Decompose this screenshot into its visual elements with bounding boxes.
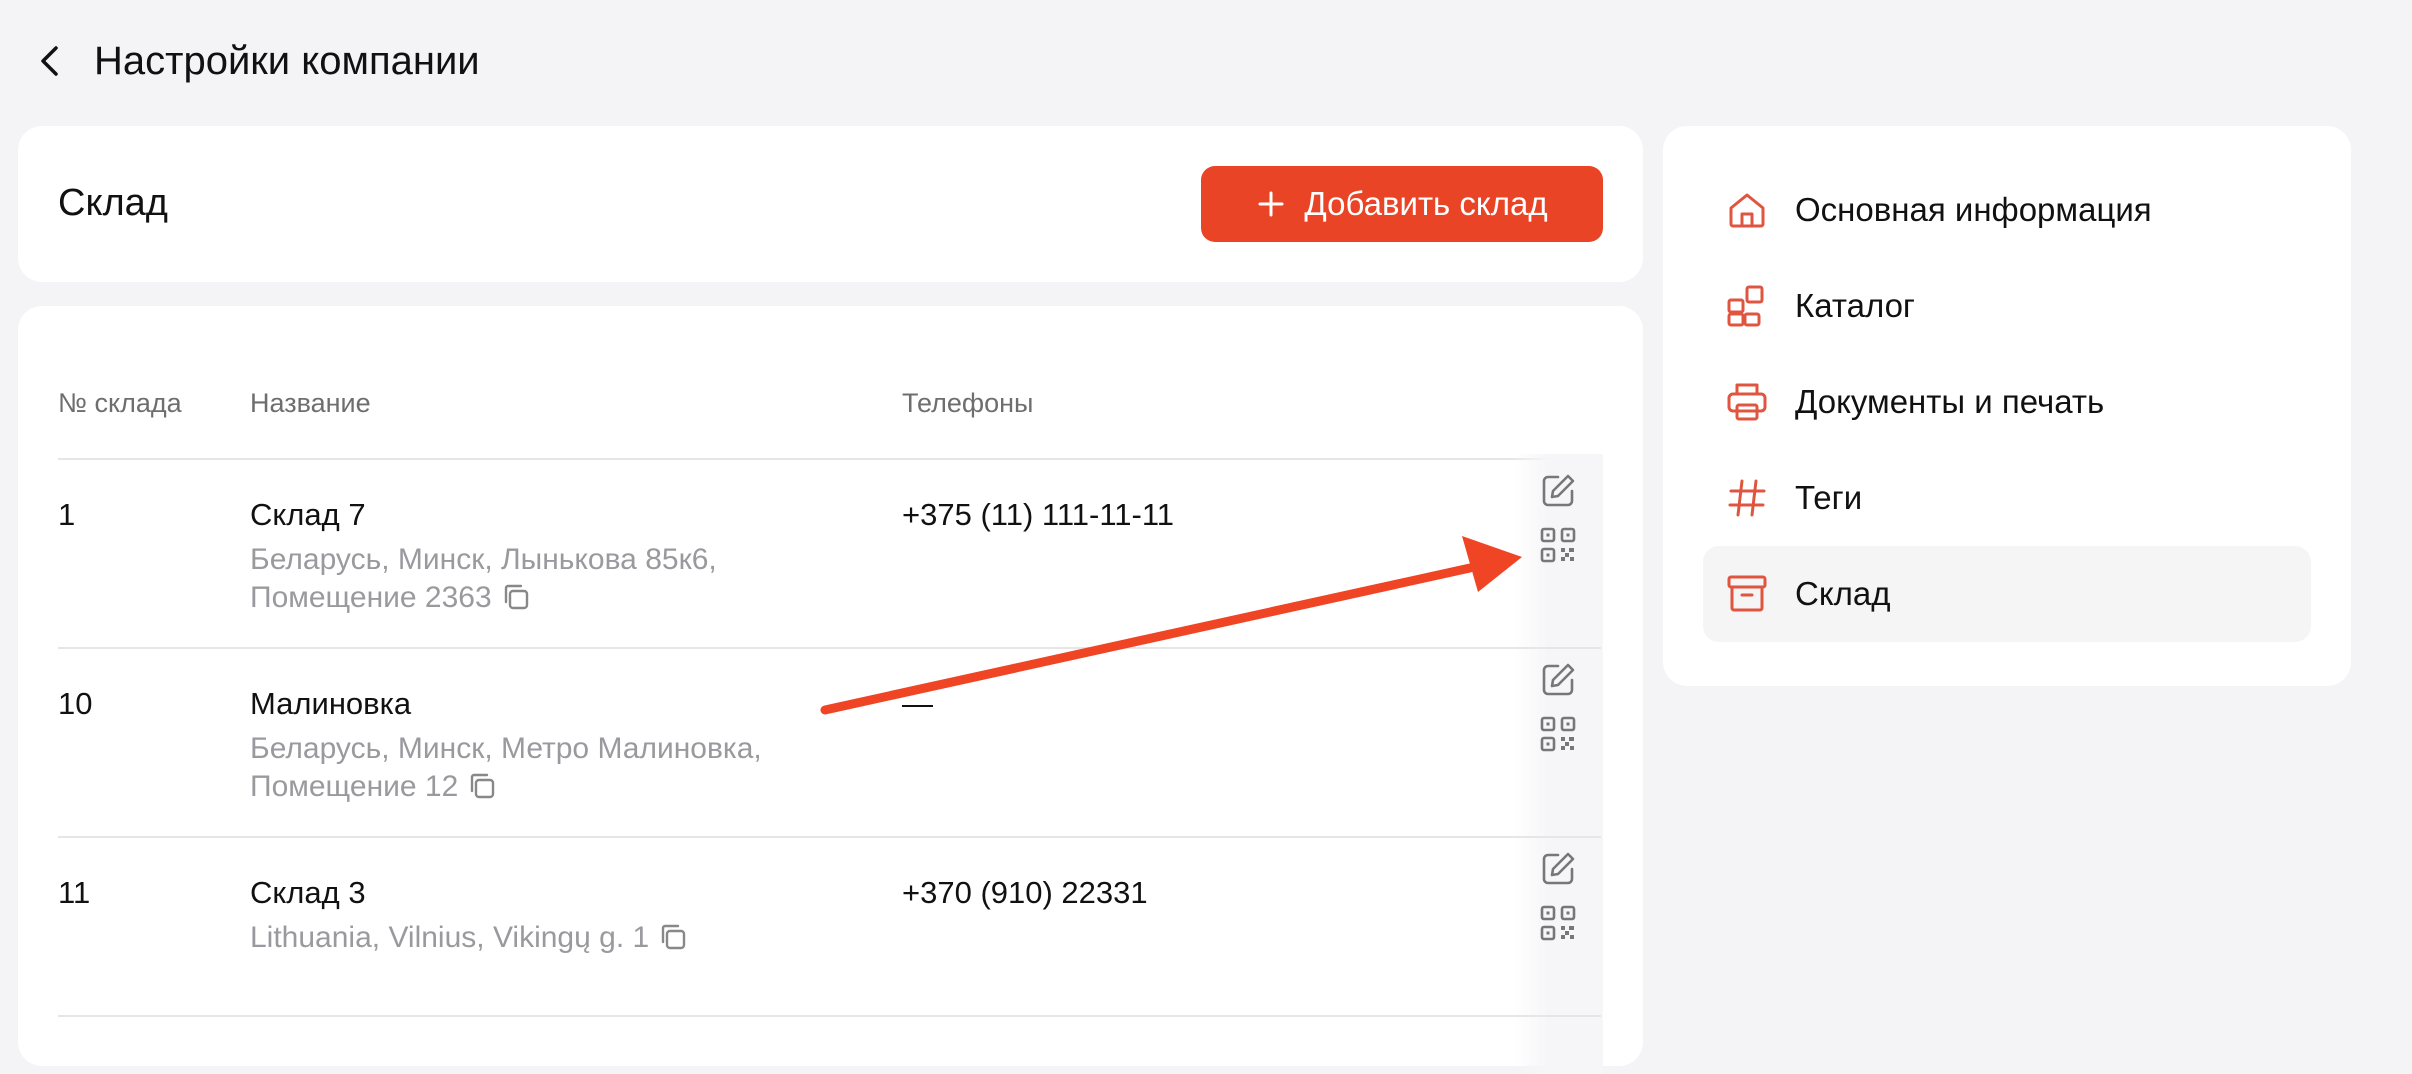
nav-item-label: Основная информация [1795,191,2152,228]
catalog-icon [1727,285,1764,327]
nav-item-tags[interactable]: Теги [1703,450,2311,546]
copy-icon[interactable] [657,921,689,953]
nav-item-label: Теги [1795,479,1863,516]
warehouse-number: 11 [58,875,91,910]
address-text: Беларусь, Минск, Метро Малиновка, Помеще… [250,732,762,803]
column-header-phones: Телефоны [902,388,1034,418]
warehouse-address: Беларусь, Минск, Метро Малиновка, Помеще… [250,730,890,806]
nav-item-catalog[interactable]: Каталог [1703,258,2311,354]
back-arrow-icon[interactable] [30,40,72,82]
divider [58,1015,1601,1017]
nav-item-documents[interactable]: Документы и печать [1703,354,2311,450]
page-title: Настройки компании [94,39,480,83]
warehouse-address: Беларусь, Минск, Лынькова 85к6, Помещени… [250,541,890,617]
page-header: Настройки компании [0,0,2412,120]
column-header-number: № склада [58,388,182,418]
printer-icon [1727,383,1767,421]
qr-code-icon[interactable] [1538,525,1578,565]
add-warehouse-label: Добавить склад [1304,185,1548,222]
warehouse-address: Lithuania, Vilnius, Vikingų g. 1 [250,919,890,957]
nav-item-label: Каталог [1795,287,1915,324]
copy-icon[interactable] [466,770,498,802]
settings-nav: Основная информация Каталог Документы и … [1663,126,2351,686]
warehouse-phone: +370 (910) 22331 [902,875,1148,910]
home-icon [1729,193,1765,228]
copy-icon[interactable] [500,581,532,613]
table-row[interactable]: 10 Малиновка Беларусь, Минск, Метро Мали… [18,648,1643,838]
nav-item-label: Документы и печать [1795,383,2105,420]
address-text: Lithuania, Vilnius, Vikingų g. 1 [250,921,650,954]
warehouse-phone: +375 (11) 111-11-11 [902,497,1175,532]
warehouse-number: 1 [58,497,76,532]
table-row[interactable]: 11 Склад 3 Lithuania, Vilnius, Vikingų g… [18,837,1643,1027]
warehouse-table: № склада Название Телефоны 1 Склад 7 Бел… [18,306,1643,1074]
warehouse-name: Склад 7 [250,497,366,532]
warehouse-phone: — [902,686,933,721]
warehouse-number: 10 [58,686,93,721]
warehouse-name: Склад 3 [250,875,366,910]
nav-item-label: Склад [1795,575,1891,612]
warehouse-header-card: Склад Добавить склад [18,126,1643,282]
plus-icon [1258,191,1284,217]
address-text: Беларусь, Минск, Лынькова 85к6, Помещени… [250,543,717,614]
archive-icon [1727,575,1767,612]
hash-icon [1728,479,1766,517]
section-title: Склад [58,182,168,224]
edit-icon[interactable] [1538,849,1578,889]
table-row[interactable]: 1 Склад 7 Беларусь, Минск, Лынькова 85к6… [18,459,1643,649]
column-header-name: Название [250,388,371,418]
add-warehouse-button[interactable]: Добавить склад [1201,166,1603,242]
nav-item-warehouse[interactable]: Склад [1703,546,2311,642]
qr-code-icon[interactable] [1538,903,1578,943]
edit-icon[interactable] [1538,471,1578,511]
warehouse-name: Малиновка [250,686,412,721]
nav-item-main-info[interactable]: Основная информация [1703,162,2311,258]
qr-code-icon[interactable] [1538,714,1578,754]
edit-icon[interactable] [1538,660,1578,700]
